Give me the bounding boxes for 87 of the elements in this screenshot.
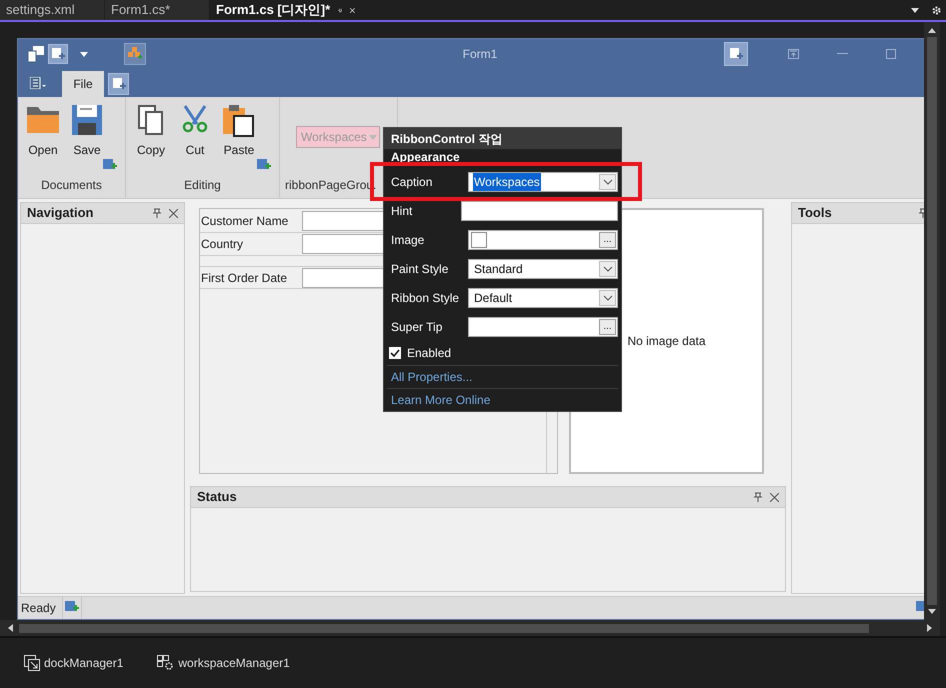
property-label: Ribbon Style	[391, 290, 460, 306]
ribbon-button[interactable]: Open	[22, 105, 64, 159]
caret-icon	[911, 8, 919, 12]
dropdown-value: Standard	[473, 260, 524, 278]
scroll-up-icon[interactable]	[928, 28, 936, 33]
image-preview	[471, 232, 487, 248]
scroll-down-icon[interactable]	[928, 609, 936, 614]
chevron-down-icon	[602, 178, 612, 184]
add-button[interactable]	[48, 44, 68, 64]
text-field[interactable]	[461, 200, 618, 220]
ellipsis-button[interactable]: ...	[599, 232, 616, 248]
ribbon-button[interactable]: Save	[66, 105, 108, 159]
dropdown-arrow-button[interactable]	[599, 290, 616, 306]
settings-icon[interactable]	[931, 4, 942, 16]
section-heading: Appearance	[390, 149, 461, 166]
field-label: First Order Date	[200, 270, 288, 286]
scrollbar-thumb[interactable]	[19, 624, 869, 632]
link[interactable]: All Properties...	[391, 368, 472, 386]
image-field[interactable]: ...	[468, 230, 618, 250]
menu-icon[interactable]	[30, 77, 46, 89]
pin-icon[interactable]	[754, 492, 762, 502]
copy-icon	[138, 105, 164, 135]
status-text: Ready	[20, 600, 56, 617]
panel-title: Tools	[798, 204, 833, 222]
group-caption: Editing	[184, 177, 221, 194]
pin-icon[interactable]	[338, 6, 342, 14]
scrollbar-thumb[interactable]	[927, 37, 937, 605]
dropdown-field[interactable]: Default	[468, 288, 618, 308]
check-icon	[390, 349, 400, 357]
chevron-down-icon	[602, 294, 612, 300]
minimize-icon[interactable]	[837, 53, 848, 55]
ribbon-tab[interactable]: File	[62, 71, 104, 97]
window-title: Form1	[462, 46, 498, 63]
close-icon[interactable]	[770, 492, 779, 502]
panel-title: Status	[197, 488, 238, 506]
component-icon	[157, 655, 174, 671]
property-label: Caption	[391, 174, 434, 190]
link[interactable]: Learn More Online	[391, 391, 490, 409]
close-icon[interactable]	[169, 208, 178, 218]
group-caption: Documents	[41, 177, 102, 194]
add-button[interactable]	[724, 42, 748, 66]
component-name[interactable]: dockManager1	[44, 654, 124, 672]
empty-picture-text: No image data	[627, 333, 706, 350]
field-label: Country	[200, 236, 244, 253]
component-icon	[24, 655, 40, 671]
folder-icon	[27, 105, 59, 133]
dropdown-arrow-button[interactable]	[599, 174, 616, 190]
checkbox-label: Enabled	[407, 345, 452, 362]
document-tab[interactable]: settings.xml	[0, 0, 104, 20]
add-page-icon	[112, 77, 126, 91]
property-label: Paint Style	[391, 260, 450, 278]
ribbon-button[interactable]: Paste	[218, 105, 260, 159]
caret-icon	[80, 52, 88, 56]
caret-icon	[368, 134, 377, 140]
field-label: Customer Name	[200, 213, 290, 230]
restore-icon[interactable]	[788, 49, 799, 59]
dropdown-arrow-button[interactable]	[599, 260, 616, 276]
text-field[interactable]: ...	[468, 316, 618, 336]
scroll-left-icon[interactable]	[8, 624, 13, 632]
dropdown-field[interactable]: Workspaces	[468, 172, 618, 192]
property-label: Super Tip	[391, 318, 444, 336]
add-tab-button[interactable]	[108, 73, 129, 95]
dropdown-value: Default	[473, 290, 514, 306]
panel-title: Navigation	[27, 204, 94, 222]
property-label: Hint	[391, 202, 414, 220]
property-label: Image	[391, 232, 426, 248]
pin-icon[interactable]	[153, 208, 161, 218]
clipboard-icon	[223, 105, 255, 137]
component-name[interactable]: workspaceManager1	[178, 654, 290, 672]
ribbon-button[interactable]: Copy	[130, 105, 172, 159]
chevron-down-icon	[602, 266, 612, 272]
add-page-icon	[729, 47, 743, 61]
horizontal-scrollbar[interactable]	[0, 620, 940, 636]
scissors-icon	[181, 105, 209, 133]
scroll-right-icon[interactable]	[927, 624, 932, 632]
maximize-icon[interactable]	[886, 49, 896, 59]
dropdown-value: Workspaces	[473, 172, 541, 190]
dropdown-field[interactable]: Standard	[468, 258, 618, 278]
app-icon	[28, 46, 44, 62]
checkbox[interactable]	[389, 347, 401, 359]
ribbon-button[interactable]: Cut	[174, 105, 216, 159]
panel-title: RibbonControl 작업	[384, 128, 621, 149]
ellipsis-button[interactable]: ...	[599, 318, 616, 334]
vertical-scrollbar[interactable]	[924, 22, 940, 620]
boxes-icon	[128, 47, 142, 61]
document-tab[interactable]: Form1.cs*	[105, 0, 209, 20]
add-page-icon	[51, 47, 65, 61]
